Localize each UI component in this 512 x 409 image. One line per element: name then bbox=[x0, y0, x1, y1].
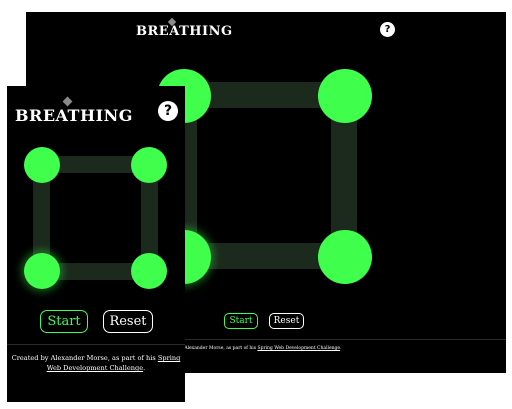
logo-diamond-icon bbox=[62, 96, 73, 107]
help-icon: ? bbox=[384, 24, 391, 35]
help-button[interactable]: ? bbox=[380, 22, 395, 37]
credit-text: ated by Alexander Morse, as part of his … bbox=[166, 346, 342, 351]
reset-button[interactable]: Reset bbox=[103, 310, 153, 333]
mobile-view: BREATHING ? Start Reset Created by Alexa… bbox=[7, 86, 185, 402]
footer-divider bbox=[7, 344, 185, 345]
page-title: BREATHING bbox=[136, 24, 233, 39]
start-button[interactable]: Start bbox=[224, 313, 258, 329]
start-button[interactable]: Start bbox=[40, 310, 88, 333]
help-button[interactable]: ? bbox=[158, 101, 178, 121]
help-icon: ? bbox=[163, 103, 173, 119]
breathing-dot-top-right bbox=[131, 147, 167, 183]
credit-text: Created by Alexander Morse, as part of h… bbox=[11, 354, 181, 372]
challenge-link[interactable]: Spring Web Development Challenge bbox=[257, 346, 340, 351]
breathing-dot-bottom-right bbox=[318, 230, 372, 284]
page-title: BREATHING bbox=[15, 106, 133, 125]
breathing-dot-top-right bbox=[318, 69, 372, 123]
breathing-dot-top-left bbox=[24, 147, 60, 183]
breathing-dot-bottom-right bbox=[131, 253, 167, 289]
breathing-dot-bottom-left bbox=[24, 253, 60, 289]
reset-button[interactable]: Reset bbox=[269, 313, 304, 329]
